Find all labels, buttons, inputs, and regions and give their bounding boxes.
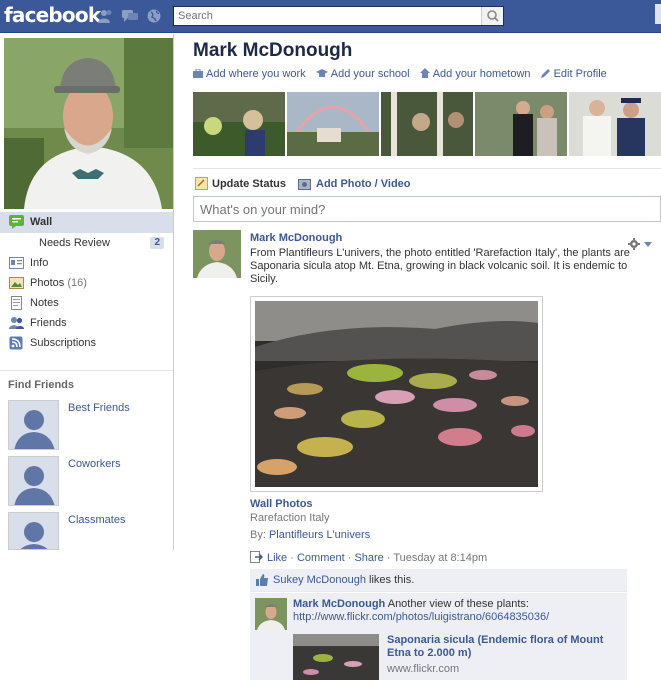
pencil-icon <box>540 69 550 78</box>
story-actions: Like · Comment · Share · Tuesday at 8:14… <box>250 551 487 564</box>
album-title-link[interactable]: Wall Photos <box>250 498 313 510</box>
profile-name: Mark McDonough <box>193 40 353 61</box>
story-timestamp[interactable]: Tuesday at 8:14pm <box>393 552 487 564</box>
sidebar-item-wall[interactable]: Wall <box>0 212 173 233</box>
edit-profile-link[interactable]: Edit Profile <box>540 68 607 80</box>
find-friends-section: Find Friends Best Friends Coworkers Clas… <box>0 370 173 568</box>
sidebar-item-label: Notes <box>30 297 59 309</box>
briefcase-icon <box>193 68 203 78</box>
comment-author-name[interactable]: Mark McDonough <box>293 598 385 610</box>
profile-links: Add where you work Add your school Add y… <box>193 68 614 80</box>
sidebar-item-info[interactable]: Info <box>0 253 173 273</box>
sidebar-item-label: Wall <box>30 216 53 228</box>
shared-link-title[interactable]: Saponaria sicula (Endemic flora of Mount… <box>387 634 623 660</box>
comment-author-avatar[interactable] <box>255 598 287 630</box>
recent-photos-strip <box>193 92 661 156</box>
composer-tabs: Update Status Add Photo / Video <box>193 168 661 196</box>
story-photo[interactable] <box>250 296 543 492</box>
find-friends-label[interactable]: Classmates <box>68 514 125 526</box>
sidebar-item-friends[interactable]: Friends <box>0 313 173 333</box>
add-hometown-link[interactable]: Add your hometown <box>419 68 531 80</box>
messages-icon[interactable] <box>122 9 138 23</box>
strip-photo[interactable] <box>381 92 473 156</box>
magnifier-icon <box>487 10 499 22</box>
photos-icon <box>9 277 24 289</box>
status-input[interactable] <box>193 196 661 222</box>
story-author-avatar[interactable] <box>193 230 241 278</box>
notifications-globe-icon[interactable] <box>146 9 162 23</box>
add-school-link[interactable]: Add your school <box>315 68 410 80</box>
wall-icon <box>9 215 24 229</box>
facebook-logo[interactable]: facebook <box>4 3 101 27</box>
graduation-cap-icon <box>315 69 328 77</box>
liker-name[interactable]: Sukey McDonough <box>273 574 366 586</box>
find-friends-label[interactable]: Coworkers <box>68 458 121 470</box>
like-link[interactable]: Like <box>267 552 287 564</box>
house-icon <box>419 68 430 78</box>
find-friends-item[interactable]: Best Friends <box>0 400 173 456</box>
search-box <box>173 6 504 26</box>
find-friends-title: Find Friends <box>8 379 74 391</box>
sidebar-item-label: Subscriptions <box>30 337 97 349</box>
comment: Mark McDonough Another view of these pla… <box>250 592 627 680</box>
thumbs-up-icon <box>256 574 268 586</box>
friends-icon <box>9 317 24 329</box>
photo-credit: By: Plantifleurs L'univers <box>250 529 371 541</box>
story-text: From Plantifleurs L'univers, the photo e… <box>250 247 630 285</box>
sidebar-item-notes[interactable]: Notes <box>0 293 173 313</box>
photos-count: (16) <box>67 277 87 289</box>
strip-photo[interactable] <box>475 92 567 156</box>
comment-url-link[interactable]: http://www.flickr.com/photos/luigistrano… <box>293 611 549 623</box>
find-friends-item[interactable]: Classmates <box>0 512 173 568</box>
comment-body: Mark McDonough Another view of these pla… <box>293 598 550 623</box>
strip-photo[interactable] <box>287 92 379 156</box>
profile-picture[interactable] <box>4 38 173 209</box>
shared-link-thumbnail[interactable] <box>293 634 379 680</box>
sidebar-item-label: Friends <box>30 317 67 329</box>
silhouette-avatar-icon <box>8 400 59 450</box>
search-button[interactable] <box>481 7 503 25</box>
needs-review-count-badge: 2 <box>150 237 164 249</box>
feedback-box: Sukey McDonough likes this. Mark McDonou… <box>250 569 627 680</box>
search-input[interactable] <box>174 7 474 25</box>
sidebar-item-subscriptions[interactable]: Subscriptions <box>0 333 173 353</box>
silhouette-avatar-icon <box>8 512 59 550</box>
sidebar-item-needs-review[interactable]: Needs Review 2 <box>0 233 173 253</box>
strip-photo[interactable] <box>193 92 285 156</box>
camera-icon <box>298 179 311 190</box>
share-box-icon <box>250 551 263 563</box>
photo-caption: Rarefaction Italy <box>250 512 330 524</box>
sidebar-nav: Wall Needs Review 2 Info Photos (16) Not… <box>0 212 173 353</box>
top-bar: facebook <box>0 0 661 33</box>
share-link[interactable]: Share <box>354 552 383 564</box>
update-status-tab[interactable]: Update Status <box>195 177 286 190</box>
strip-photo[interactable] <box>569 92 661 156</box>
find-friends-item[interactable]: Coworkers <box>0 456 173 512</box>
notes-icon <box>11 296 22 310</box>
left-column: Wall Needs Review 2 Info Photos (16) Not… <box>0 34 174 550</box>
sidebar-item-label: Info <box>30 257 49 269</box>
photo-credit-link[interactable]: Plantifleurs L'univers <box>269 529 370 541</box>
comment-link[interactable]: Comment <box>297 552 345 564</box>
status-note-icon <box>195 177 208 190</box>
likes-row: Sukey McDonough likes this. <box>250 569 627 592</box>
subscriptions-icon <box>9 336 23 350</box>
add-photo-video-tab[interactable]: Add Photo / Video <box>298 178 411 190</box>
shared-link-domain: www.flickr.com <box>387 663 460 675</box>
sidebar-item-photos[interactable]: Photos (16) <box>0 273 173 293</box>
info-card-icon <box>9 257 24 269</box>
story-author-name[interactable]: Mark McDonough <box>250 232 342 244</box>
sidebar-item-label: Photos <box>30 277 65 289</box>
add-work-link[interactable]: Add where you work <box>193 68 306 80</box>
find-friends-label[interactable]: Best Friends <box>68 402 130 414</box>
sidebar-item-label: Needs Review <box>39 237 110 249</box>
silhouette-avatar-icon <box>8 456 59 506</box>
friend-requests-icon[interactable] <box>98 9 114 23</box>
account-menu-edge[interactable] <box>655 4 661 24</box>
